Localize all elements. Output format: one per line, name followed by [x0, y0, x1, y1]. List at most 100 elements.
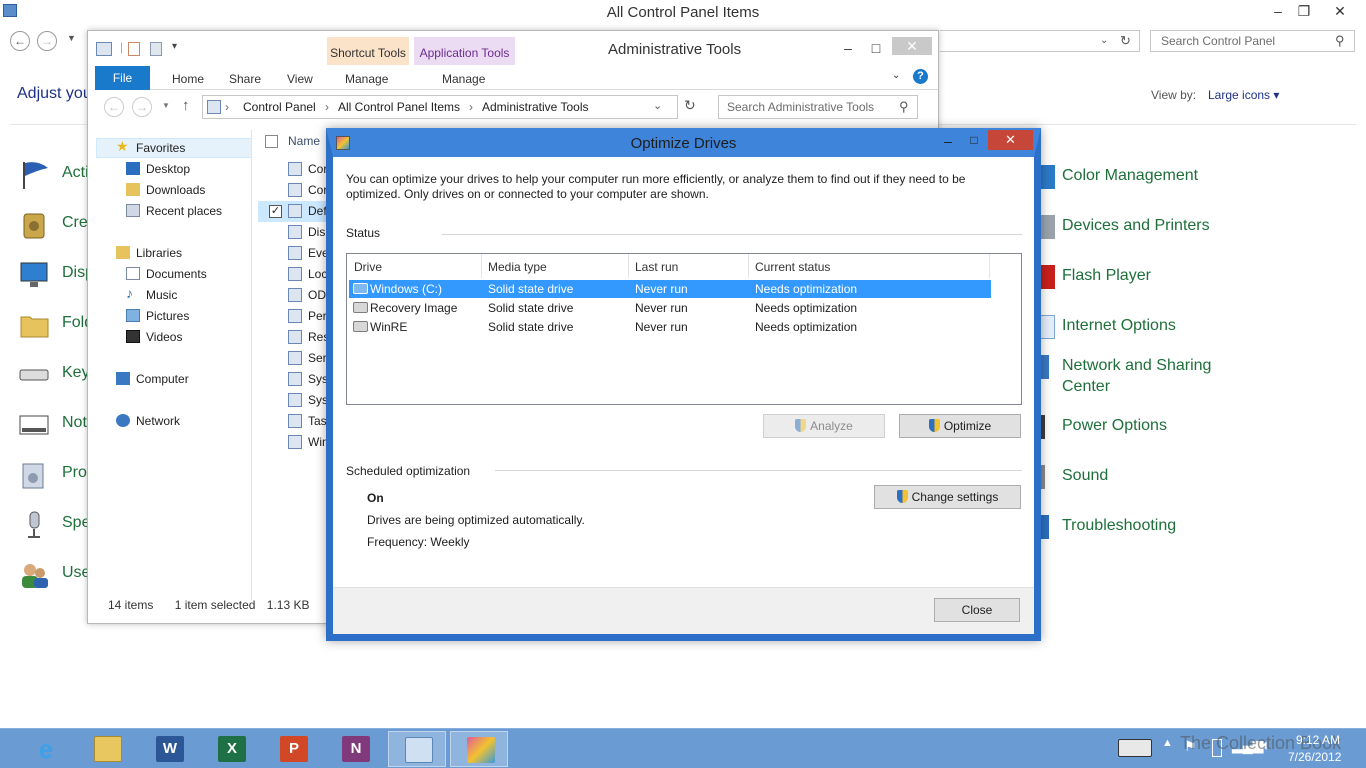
refresh-icon[interactable]: ↻ — [1120, 33, 1131, 49]
file-row-selected[interactable]: ✓ Def — [258, 201, 328, 222]
address-bar[interactable]: ⌄ ↻ — [940, 30, 1140, 52]
taskbar-internet-explorer[interactable]: e — [16, 731, 74, 767]
chevron-down-icon[interactable]: ⌄ — [1100, 35, 1108, 46]
breadcrumb-admin-tools[interactable]: Administrative Tools — [482, 100, 589, 114]
search-icon[interactable]: ⚲ — [1335, 33, 1345, 49]
show-hidden-icons[interactable]: ▲ — [1162, 737, 1173, 749]
shortcut-icon — [288, 162, 302, 176]
drive-media-type: Solid state drive — [488, 282, 574, 296]
chevron-down-icon[interactable]: ⌄ — [653, 99, 662, 112]
home-tab[interactable]: Home — [172, 72, 204, 86]
address-bar[interactable]: › Control Panel › All Control Panel Item… — [202, 95, 678, 119]
up-arrow-icon[interactable]: ↑ — [182, 97, 190, 114]
column-separator[interactable] — [628, 254, 629, 278]
shield-icon — [795, 419, 807, 432]
search-icon[interactable]: ⚲ — [899, 99, 909, 115]
search-input[interactable]: Search Control Panel ⚲ — [1150, 30, 1355, 52]
column-separator[interactable] — [481, 254, 482, 278]
taskbar-control-panel[interactable] — [388, 731, 446, 767]
cp-item-label: Key — [62, 364, 90, 381]
admin-tools-app-icon[interactable] — [96, 42, 112, 56]
maximize-button[interactable]: □ — [864, 37, 888, 59]
shortcut-tools-tab[interactable]: Shortcut Tools — [327, 37, 409, 65]
recent-locations-dropdown[interactable]: ▼ — [162, 101, 170, 110]
select-all-checkbox[interactable] — [265, 135, 278, 148]
column-header-last-run[interactable]: Last run — [635, 260, 678, 274]
nav-label: Network — [136, 414, 181, 428]
customize-qat-icon[interactable]: ▾ — [172, 41, 177, 52]
back-button[interactable]: ← — [104, 97, 124, 117]
drive-row[interactable]: Recovery Image Solid state drive Never r… — [349, 299, 991, 317]
programs-icon — [18, 460, 52, 490]
taskbar-file-explorer[interactable] — [78, 731, 136, 767]
word-icon: W — [156, 736, 184, 762]
optimize-button[interactable]: Optimize — [899, 414, 1021, 438]
control-panel-icon — [405, 737, 433, 763]
cp-item-label: Power Options — [1062, 417, 1167, 434]
shortcut-icon — [288, 372, 302, 386]
manage-application-tab[interactable]: Manage — [442, 72, 485, 86]
column-header-current-status[interactable]: Current status — [755, 260, 830, 274]
scheduled-section-label: Scheduled optimization — [346, 464, 471, 478]
minimize-button[interactable]: – — [938, 130, 958, 152]
view-by-label: View by: — [1151, 88, 1197, 102]
close-dialog-button[interactable]: Close — [934, 598, 1020, 622]
clock-time[interactable]: 9:12 AM — [1290, 733, 1346, 747]
manage-shortcut-tab[interactable]: Manage — [345, 72, 388, 86]
recent-locations-dropdown[interactable]: ▼ — [67, 33, 76, 43]
file-name: Def — [308, 204, 327, 218]
taskbar-optimize-drives[interactable] — [450, 731, 508, 767]
back-button[interactable]: ← — [10, 31, 30, 51]
minimize-button[interactable]: – — [836, 37, 860, 59]
column-separator[interactable] — [748, 254, 749, 278]
share-tab[interactable]: Share — [229, 72, 261, 86]
column-header-name[interactable]: Name — [288, 134, 320, 148]
search-input[interactable]: Search Administrative Tools ⚲ — [718, 95, 918, 119]
taskbar: e W X P N ▲ ⚑ ▂▄▆ 🔈︎ — [0, 728, 1366, 768]
checkbox-checked[interactable]: ✓ — [269, 205, 282, 218]
breadcrumb-control-panel[interactable]: Control Panel — [243, 100, 316, 114]
forward-button[interactable]: → — [132, 97, 152, 117]
taskbar-word[interactable]: W — [140, 731, 198, 767]
close-button[interactable]: ✕ — [1320, 0, 1360, 22]
maximize-button[interactable]: □ — [964, 129, 984, 151]
column-separator[interactable] — [989, 254, 990, 278]
drive-row-selected[interactable]: Windows (C:) Solid state drive Never run… — [349, 280, 991, 298]
file-name: Loc — [308, 267, 328, 281]
view-by-dropdown[interactable]: Large icons ▾ — [1208, 88, 1279, 102]
cp-item-label: Cre — [62, 214, 88, 231]
forward-button[interactable]: → — [37, 31, 57, 51]
column-header-drive[interactable]: Drive — [354, 260, 382, 274]
breadcrumb-all-items[interactable]: All Control Panel Items — [338, 100, 460, 114]
view-tab[interactable]: View — [287, 72, 313, 86]
cp-item-label: Sound — [1062, 467, 1109, 484]
expand-ribbon-icon[interactable]: ⌄ — [892, 70, 900, 81]
properties-icon[interactable] — [128, 42, 140, 56]
item-count: 14 items — [108, 598, 154, 612]
close-button[interactable]: ✕ — [892, 37, 932, 55]
column-header-media-type[interactable]: Media type — [488, 260, 547, 274]
star-icon: ★ — [116, 138, 129, 154]
help-icon[interactable]: ? — [913, 69, 928, 84]
minimize-button[interactable]: – — [1266, 0, 1290, 22]
analyze-button[interactable]: Analyze — [763, 414, 885, 438]
refresh-icon[interactable]: ↻ — [684, 97, 696, 114]
drive-row[interactable]: WinRE Solid state drive Never run Needs … — [349, 318, 991, 336]
powerpoint-icon: P — [280, 736, 308, 762]
analyze-label: Analyze — [810, 419, 853, 433]
window-title: All Control Panel Items — [606, 4, 760, 21]
new-folder-icon[interactable] — [150, 42, 162, 56]
display-icon — [18, 260, 52, 290]
taskbar-excel[interactable]: X — [202, 731, 260, 767]
dialog-footer — [333, 587, 1034, 634]
drive-list[interactable]: Drive Media type Last run Current status… — [346, 253, 1022, 405]
change-settings-button[interactable]: Change settings — [874, 485, 1021, 509]
clock-date[interactable]: 7/26/2012 — [1288, 750, 1341, 764]
touch-keyboard-icon[interactable] — [1118, 739, 1152, 757]
close-button[interactable]: ✕ — [988, 130, 1033, 150]
application-tools-tab[interactable]: Application Tools — [414, 37, 515, 65]
restore-button[interactable]: ❐ — [1292, 0, 1316, 22]
taskbar-onenote[interactable]: N — [326, 731, 384, 767]
taskbar-powerpoint[interactable]: P — [264, 731, 322, 767]
file-tab[interactable]: File — [95, 66, 150, 90]
